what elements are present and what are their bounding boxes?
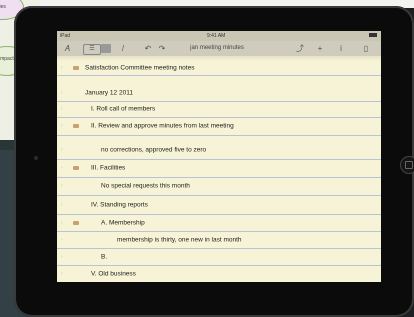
outline-row-text: B. [101,253,108,260]
note-icon[interactable] [73,66,79,70]
outline-row[interactable]: › B. [57,248,381,266]
info-icon[interactable]: i [337,44,345,53]
disclosure-icon[interactable]: › [61,147,63,153]
outline-row[interactable]: › membership is thirty, one new in last m… [57,231,381,249]
camera-icon [34,156,38,160]
disclosure-icon[interactable]: › [61,123,63,129]
app-screen: iPad 9:41 AM 𝐴 ☰ / ↶ ↷ jan meeting minut… [57,31,381,282]
outdent-icon[interactable] [101,44,111,53]
battery-icon [369,33,377,37]
outline-row-text: II. Review and approve minutes from last… [91,122,234,130]
outline-row-text: A. Membership [101,219,145,226]
note-icon[interactable] [73,166,79,170]
trash-icon[interactable]: ▯ [361,44,371,53]
disclosure-icon[interactable]: › [61,106,63,112]
outline-row-text: Satisfaction Committee meeting notes [85,64,195,72]
disclosure-icon[interactable]: › [61,271,63,277]
outline-row[interactable]: › no corrections, approved five to zero [57,141,381,160]
undo-icon[interactable]: ↶ [143,44,153,53]
status-bar: iPad 9:41 AM [57,31,381,41]
outline-row[interactable]: › II. Review and approve minutes from las… [57,117,381,136]
outline-row[interactable]: › I. Roll call of members [57,101,381,118]
font-icon[interactable]: 𝐴 [61,44,73,53]
home-square-icon [405,161,413,169]
share-icon[interactable]: ⤴ [295,44,305,53]
document-title: jan meeting minutes [190,45,244,51]
outline-row-text: IV. Standing reports [91,201,148,208]
disclosure-icon[interactable]: › [61,165,63,171]
carrier-label: iPad [60,33,71,39]
outline-row[interactable]: › Satisfaction Committee meeting notes [57,61,381,76]
outline-row-text: no corrections, approved five to zero [101,146,207,154]
toolbar: 𝐴 ☰ / ↶ ↷ jan meeting minutes ⤴ + i ▯ [57,41,381,57]
disclosure-icon[interactable]: › [61,65,63,71]
disclosure-icon[interactable]: › [61,90,63,96]
disclosure-icon[interactable]: › [61,183,63,189]
disclosure-icon[interactable]: › [61,220,63,226]
disclosure-icon[interactable]: › [61,237,63,243]
italic-icon[interactable]: / [119,44,127,53]
outline-row[interactable]: › A. Membership [57,214,381,232]
outline-row-text: No special requests this month [101,182,190,190]
outline-row-text: I. Roll call of members [91,105,156,113]
outline-row[interactable]: › III. Facilities [57,159,381,178]
clock-label: 9:41 AM [207,33,226,39]
outline-row-text: January 12 2011 [85,89,133,97]
disclosure-icon[interactable]: › [61,202,63,208]
outline-row-text: III. Facilities [91,164,126,172]
add-icon[interactable]: + [315,44,325,53]
outline-row[interactable]: › IV. Standing reports [57,195,381,215]
outline-row[interactable]: › January 12 2011 [57,85,381,102]
outline-row-text: membership is thirty, one new in last mo… [117,236,242,243]
note-icon[interactable] [73,220,79,225]
outline-row[interactable]: › No special requests this month [57,177,381,196]
disclosure-icon[interactable]: › [61,254,63,260]
outline-row-text: V. Old business [91,270,136,277]
note-icon[interactable] [73,124,79,128]
indent-icon[interactable]: ☰ [83,44,101,55]
outline-row[interactable]: › V. Old business [57,265,381,282]
